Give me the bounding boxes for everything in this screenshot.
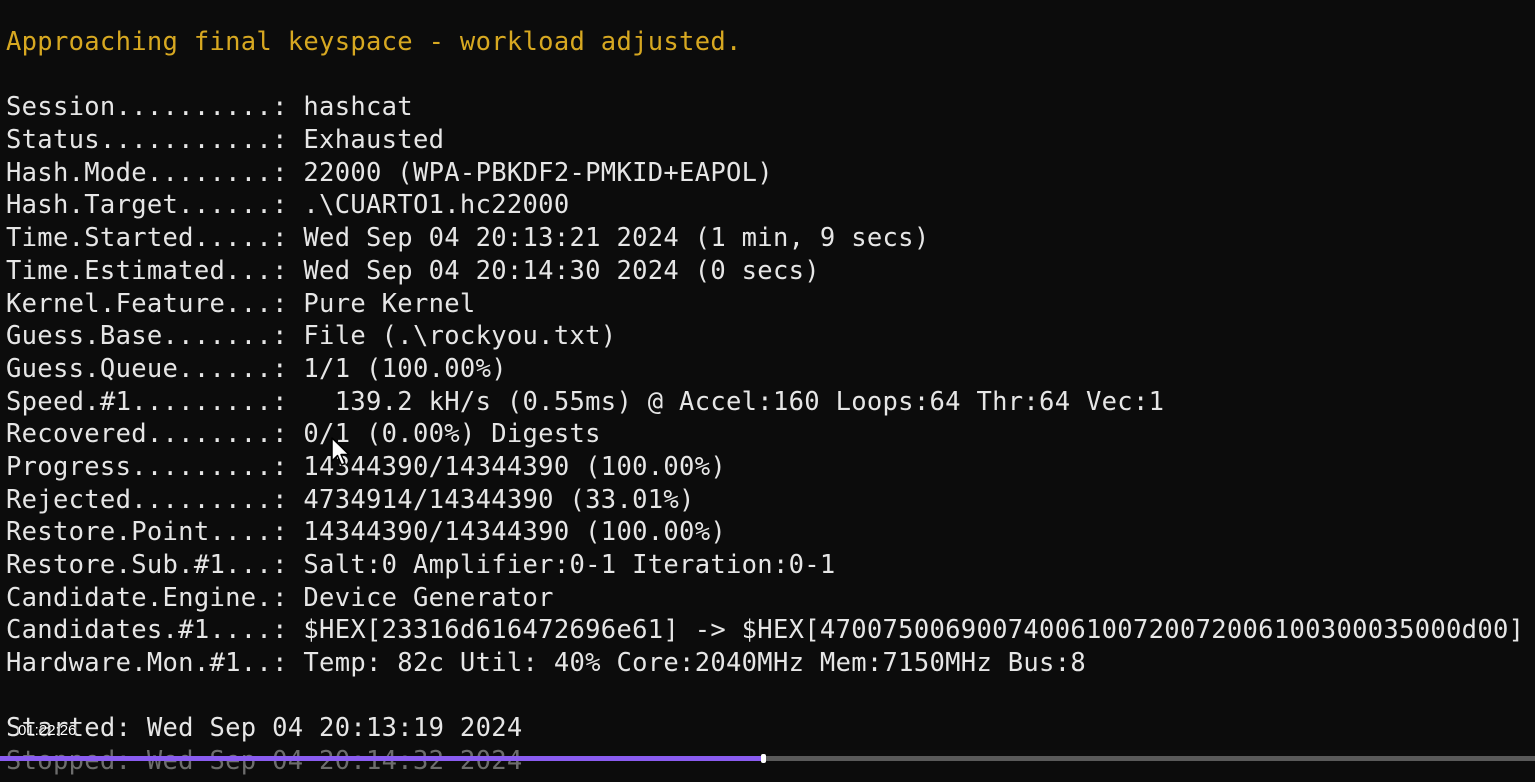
status-line-restore-point: Restore.Point....: 14344390/14344390 (10… (6, 517, 727, 548)
stopped-line: Stopped: Wed Sep 04 20:14:32 2024 (6, 746, 523, 777)
video-timestamp: 01:22:26 (18, 722, 77, 739)
status-line-kernel-feature: Kernel.Feature...: Pure Kernel (6, 288, 476, 319)
video-progress-fill (0, 756, 763, 761)
status-line-candidates: Candidates.#1....: $HEX[23316d616472696e… (6, 615, 1525, 646)
warning-line: Approaching final keyspace - workload ad… (6, 27, 742, 57)
status-line-guess-queue: Guess.Queue......: 1/1 (100.00%) (6, 353, 507, 384)
terminal-output: Approaching final keyspace - workload ad… (6, 26, 1535, 782)
status-line-progress: Progress.........: 14344390/14344390 (10… (6, 451, 727, 482)
status-line-hash-target: Hash.Target......: .\CUARTO1.hc22000 (6, 190, 570, 221)
video-progress-bar[interactable] (0, 754, 1535, 763)
video-progress-handle[interactable] (760, 754, 766, 763)
status-line-hash-mode: Hash.Mode........: 22000 (WPA-PBKDF2-PMK… (6, 157, 773, 188)
status-line-time-estimated: Time.Estimated...: Wed Sep 04 20:14:30 2… (6, 255, 820, 286)
status-line-guess-base: Guess.Base.......: File (.\rockyou.txt) (6, 321, 617, 352)
status-line-time-started: Time.Started.....: Wed Sep 04 20:13:21 2… (6, 223, 930, 254)
status-line-restore-sub: Restore.Sub.#1...: Salt:0 Amplifier:0-1 … (6, 550, 836, 580)
status-line-rejected: Rejected.........: 4734914/14344390 (33.… (6, 484, 695, 515)
started-line: Started: Wed Sep 04 20:13:19 2024 (6, 713, 523, 744)
status-line-recovered: Recovered........: 0/1 (0.00%) Digests (6, 419, 601, 450)
status-line-status: Status...........: Exhausted (6, 125, 445, 156)
status-line-session: Session..........: hashcat (6, 92, 413, 123)
status-line-speed: Speed.#1.........: 139.2 kH/s (0.55ms) @… (6, 386, 1165, 417)
status-line-candidate-engine: Candidate.Engine.: Device Generator (6, 582, 554, 613)
status-line-hardware-mon: Hardware.Mon.#1..: Temp: 82c Util: 40% C… (6, 648, 1087, 679)
